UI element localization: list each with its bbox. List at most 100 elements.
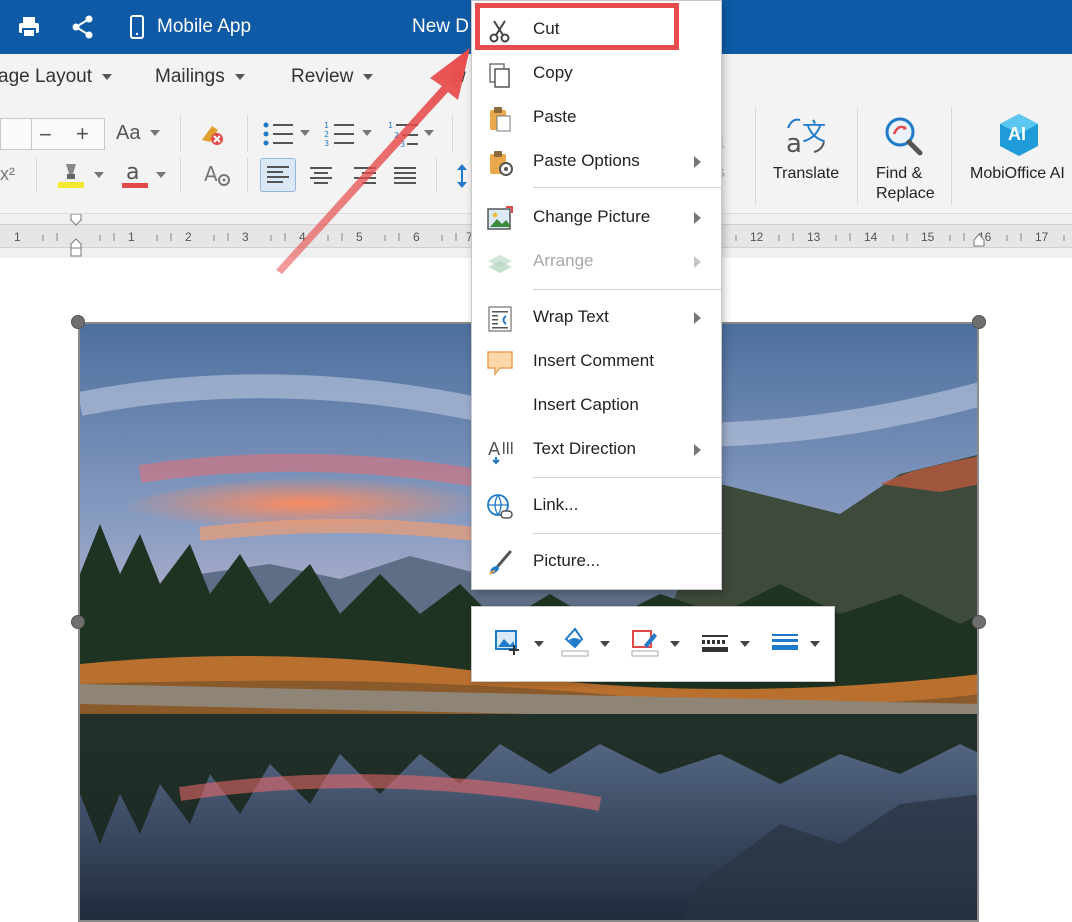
comment-icon — [486, 349, 514, 377]
outline-color-button[interactable] — [630, 627, 690, 663]
highlight-icon[interactable] — [56, 160, 86, 190]
brush-icon — [486, 549, 514, 577]
translate-icon[interactable]: a文 — [784, 114, 828, 159]
find-replace-label-line2[interactable]: Replace — [876, 184, 935, 203]
tab-page-layout[interactable]: age Layout — [0, 66, 113, 88]
fill-color-icon — [561, 627, 589, 657]
find-replace-icon[interactable] — [880, 112, 926, 158]
outline-color-icon — [631, 630, 659, 657]
text-effects-icon[interactable]: A — [202, 160, 232, 190]
menu-item-label: Copy — [533, 63, 573, 82]
menu-item-arrange[interactable]: Arrange — [472, 240, 721, 284]
paste-icon — [486, 105, 514, 133]
menu-item-wrap-text[interactable]: Wrap Text — [472, 296, 721, 340]
menu-item-label: Arrange — [533, 251, 594, 270]
chevron-right-icon — [694, 312, 701, 324]
tab-mailings[interactable]: Mailings — [155, 66, 245, 88]
chevron-down-icon — [102, 73, 113, 80]
chevron-down-icon[interactable] — [150, 130, 160, 136]
font-size-box[interactable]: − + — [0, 118, 105, 150]
menu-separator — [533, 289, 721, 290]
menu-separator — [533, 533, 721, 534]
mobile-app-button[interactable]: Mobile App — [157, 16, 251, 38]
menu-item-label: Insert Caption — [533, 395, 639, 414]
resize-handle-top-right[interactable] — [972, 315, 986, 329]
context-menu: Cut Copy Paste Paste Options Change Pict… — [471, 0, 722, 590]
menu-item-change-picture[interactable]: Change Picture — [472, 196, 721, 240]
chevron-down-icon — [534, 641, 544, 647]
resize-handle-middle-right[interactable] — [972, 615, 986, 629]
menu-separator — [533, 187, 721, 188]
copy-icon — [486, 61, 514, 89]
menu-item-label: Text Direction — [533, 439, 636, 458]
chevron-right-icon — [694, 256, 701, 268]
menu-item-insert-comment[interactable]: Insert Comment — [472, 340, 721, 384]
svg-text:A: A — [204, 162, 218, 186]
cut-highlight-box — [475, 3, 679, 50]
menu-item-label: Link... — [533, 495, 579, 514]
chevron-down-icon — [670, 641, 680, 647]
change-case-button[interactable]: Aa — [116, 122, 140, 145]
menu-item-text-direction[interactable]: A Text Direction — [472, 428, 721, 472]
share-icon[interactable] — [70, 14, 96, 40]
menu-item-insert-caption[interactable]: Insert Caption — [472, 384, 721, 428]
menu-item-paste-options[interactable]: Paste Options — [472, 140, 721, 184]
menu-item-label: Picture... — [533, 551, 601, 570]
font-color-icon[interactable]: a — [120, 160, 150, 190]
picture-position-icon — [495, 630, 519, 655]
menu-item-paste[interactable]: Paste — [472, 96, 721, 140]
ai-badge-text: AI — [1008, 124, 1026, 144]
arrange-icon — [486, 249, 514, 277]
print-icon[interactable] — [16, 14, 42, 40]
picture-position-button[interactable] — [494, 627, 554, 663]
svg-text:a: a — [126, 160, 139, 185]
menu-separator — [533, 477, 721, 478]
menu-item-label: Wrap Text — [533, 307, 609, 326]
chevron-right-icon — [694, 156, 701, 168]
tab-label: Mailings — [155, 66, 225, 87]
chevron-down-icon — [600, 641, 610, 647]
line-weight-icon — [772, 634, 798, 650]
picture-toolbar — [471, 606, 835, 682]
indent-marker-left[interactable] — [70, 213, 82, 258]
svg-text:A: A — [488, 439, 501, 460]
wrap-text-icon — [486, 305, 514, 333]
fill-color-button[interactable] — [560, 627, 620, 663]
text-direction-icon: A — [486, 437, 514, 465]
resize-handle-top-left[interactable] — [71, 315, 85, 329]
translate-button[interactable]: Translate — [773, 164, 839, 183]
chevron-down-icon[interactable] — [94, 172, 104, 178]
mobile-phone-icon[interactable] — [124, 14, 150, 40]
menu-item-picture[interactable]: Picture... — [472, 540, 721, 584]
chevron-right-icon — [694, 212, 701, 224]
line-weight-button[interactable] — [770, 627, 830, 663]
menu-item-copy[interactable]: Copy — [472, 52, 721, 96]
mobioffice-ai-icon[interactable]: AI — [996, 112, 1042, 158]
menu-item-label: Insert Comment — [533, 351, 654, 370]
chevron-down-icon[interactable] — [156, 172, 166, 178]
superscript-button[interactable]: x² — [0, 164, 15, 185]
chevron-down-icon — [740, 641, 750, 647]
line-style-icon — [702, 635, 728, 652]
indent-marker-right[interactable] — [973, 232, 985, 256]
menu-item-link[interactable]: Link... — [472, 484, 721, 528]
font-size-decrease-button[interactable]: − — [39, 122, 52, 148]
font-size-increase-button[interactable]: + — [76, 121, 89, 147]
link-icon — [486, 493, 514, 521]
find-replace-label-line1[interactable]: Find & — [876, 164, 922, 183]
tab-label: age Layout — [0, 66, 93, 87]
clear-formatting-icon[interactable] — [196, 118, 226, 148]
paste-options-icon — [486, 149, 514, 177]
change-picture-icon — [486, 205, 514, 233]
menu-item-label: Paste — [533, 107, 577, 126]
annotation-arrow — [276, 48, 470, 274]
svg-text:文: 文 — [802, 118, 826, 146]
resize-handle-middle-left[interactable] — [71, 615, 85, 629]
menu-item-label: Change Picture — [533, 207, 651, 226]
line-style-button[interactable] — [700, 627, 760, 663]
mobioffice-ai-button[interactable]: MobiOffice AI — [970, 164, 1065, 183]
menu-item-label: Paste Options — [533, 151, 640, 170]
document-title: New D — [412, 16, 470, 37]
chevron-down-icon — [810, 641, 820, 647]
chevron-down-icon — [234, 73, 245, 80]
